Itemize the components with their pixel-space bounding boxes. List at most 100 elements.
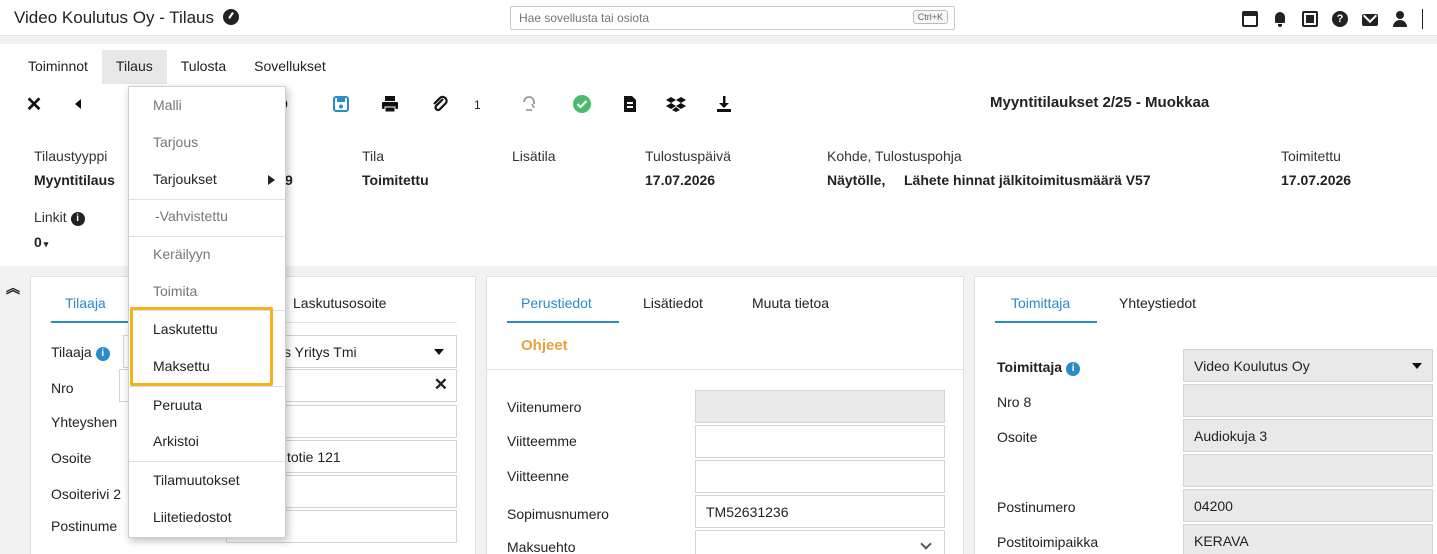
linkit-dropdown[interactable]: 0 ▾ [34,234,48,250]
news-icon[interactable] [1302,11,1318,27]
postinumero-label: Postinume [51,518,118,534]
menu-divider [129,461,285,462]
maksuehto-label: Maksuehto [507,539,576,554]
menu-item-malli[interactable]: Malli [129,97,285,113]
osoite-line2-input[interactable] [1183,454,1433,487]
back-icon[interactable] [66,92,90,116]
top-icons: ? [1242,9,1423,29]
lisatila-label: Lisätila [512,148,556,164]
order-number-value: 9 [285,172,293,188]
menu-item-maksettu[interactable]: Maksettu [129,358,285,374]
app-title: Video Koulutus Oy - Tilaus [14,8,239,28]
tulostuspaiva-label: Tulostuspäivä [645,148,731,164]
print-icon[interactable] [378,92,402,116]
user-icon[interactable] [1392,11,1408,27]
menu-divider [129,386,285,387]
menu-divider [129,310,285,311]
tila-value: Toimitettu [362,172,429,188]
nro-input[interactable] [1183,384,1433,417]
tulostuspaiva-value: 17.07.2026 [645,172,716,188]
postinumero-input[interactable]: 04200 [1183,489,1433,522]
dropbox-icon[interactable] [664,92,688,116]
maksuehto-select[interactable] [695,530,945,554]
tab-toimittaja[interactable]: Toimittaja [1011,295,1070,311]
download-icon[interactable] [712,92,736,116]
app-title-text: Video Koulutus Oy - Tilaus [14,8,215,27]
middle-tabs: Perustiedot Lisätiedot Muuta tietoa [487,277,963,323]
linkit-value: 0 [34,234,42,250]
document-icon[interactable] [618,92,642,116]
osoiterivi-label: Osoiterivi 2 [51,486,122,502]
submenu-arrow-icon [268,175,275,185]
menu-sovellukset[interactable]: Sovellukset [240,50,340,84]
save-icon[interactable] [329,92,353,116]
menu-tulosta[interactable]: Tulosta [167,50,240,84]
kohde-value: Näytölle, [827,172,886,188]
collapse-icon[interactable]: ︽ [6,278,20,298]
toimittaja-value: Video Koulutus Oy [1194,358,1310,374]
linkit-label: Linkit i [34,209,85,226]
menu-item-vahvistettu[interactable]: -Vahvistettu [129,208,285,224]
menu-tilaus[interactable]: Tilaus [101,50,167,84]
bell-icon[interactable] [1272,11,1288,27]
attachment-count: 1 [474,98,481,112]
window-icon[interactable] [1242,11,1258,27]
nro-label: Nro 8 [997,394,1032,410]
osoite-value: Audiokuja 3 [1194,428,1268,444]
linkit-label-text: Linkit [34,209,67,225]
info-icon[interactable]: i [70,212,85,226]
tab-muuta-tietoa[interactable]: Muuta tietoa [752,295,829,311]
tab-tilaaja[interactable]: Tilaaja [65,295,106,311]
yhteyshenkilo-label: Yhteyshen [51,414,118,430]
menu-item-peruuta[interactable]: Peruuta [129,397,285,413]
info-icon[interactable]: i [1066,362,1081,376]
postitoimipaikka-input[interactable]: KERAVA [1183,524,1433,554]
osoite-input[interactable]: Audiokuja 3 [1183,419,1433,452]
menu-item-laskutettu[interactable]: Laskutettu [129,321,285,337]
attachment-icon[interactable] [428,92,452,116]
menu-item-liitetiedostot[interactable]: Liitetiedostot [129,509,285,525]
search-box[interactable]: Ctrl+K [510,6,955,30]
menu-item-kerailyyn[interactable]: Keräilyyn [129,246,285,262]
help-icon[interactable]: ? [1332,11,1348,27]
tab-yhteystiedot[interactable]: Yhteystiedot [1119,295,1196,311]
menu-item-toimita[interactable]: Toimita [129,283,285,299]
divider [487,369,963,370]
clear-icon[interactable]: ✕ [434,375,448,395]
kohde-label: Kohde, Tulostuspohja [827,148,962,164]
search-input[interactable] [519,7,899,29]
toimittaja-select[interactable]: Video Koulutus Oy [1183,349,1433,382]
tab-active-indicator [507,321,619,323]
menu-item-tilamuutokset[interactable]: Tilamuutokset [129,472,285,488]
info-icon[interactable]: i [95,347,110,361]
ohjeet-link[interactable]: Ohjeet [521,337,568,354]
check-icon[interactable] [570,92,594,116]
dashboard-icon[interactable] [222,9,239,25]
viitteenne-input[interactable] [695,460,945,493]
tilaaja-label: Tilaaja i [51,344,110,361]
viitenumero-input[interactable] [695,390,945,423]
tab-active-indicator [995,321,1097,323]
menu-toiminnot[interactable]: Toiminnot [14,50,102,84]
chevron-down-icon [920,538,932,550]
tab-laskutusosoite[interactable]: Laskutusosoite [293,295,386,311]
tab-lisatiedot[interactable]: Lisätiedot [643,295,703,311]
toimitettu-value: 17.07.2026 [1281,172,1352,188]
viitteenne-label: Viitteenne [507,468,570,484]
tab-perustiedot[interactable]: Perustiedot [521,295,592,311]
menu-item-tarjoukset[interactable]: Tarjoukset [129,171,285,187]
sopimusnumero-input[interactable]: TM52631236 [695,495,945,528]
tilaus-dropdown-menu: Malli Tarjous Tarjoukset -Vahvistettu Ke… [128,86,286,538]
divider [1422,9,1423,29]
postitoimipaikka-value: KERAVA [1194,533,1249,549]
menu-bar: Toiminnot Tilaus Tulosta Sovellukset [14,50,340,84]
menu-item-arkistoi[interactable]: Arkistoi [129,433,285,449]
nro-label: Nro [51,380,74,396]
postitoimipaikka-label: Postitoimipaikka [997,534,1099,550]
viitteemme-input[interactable] [695,425,945,458]
close-icon[interactable]: ✕ [22,92,46,116]
menu-item-tarjous[interactable]: Tarjous [129,134,285,150]
form-title: Myyntitilaukset 2/25 - Muokkaa [990,94,1210,111]
mail-icon[interactable] [1362,14,1378,26]
reply-icon[interactable] [518,92,542,116]
